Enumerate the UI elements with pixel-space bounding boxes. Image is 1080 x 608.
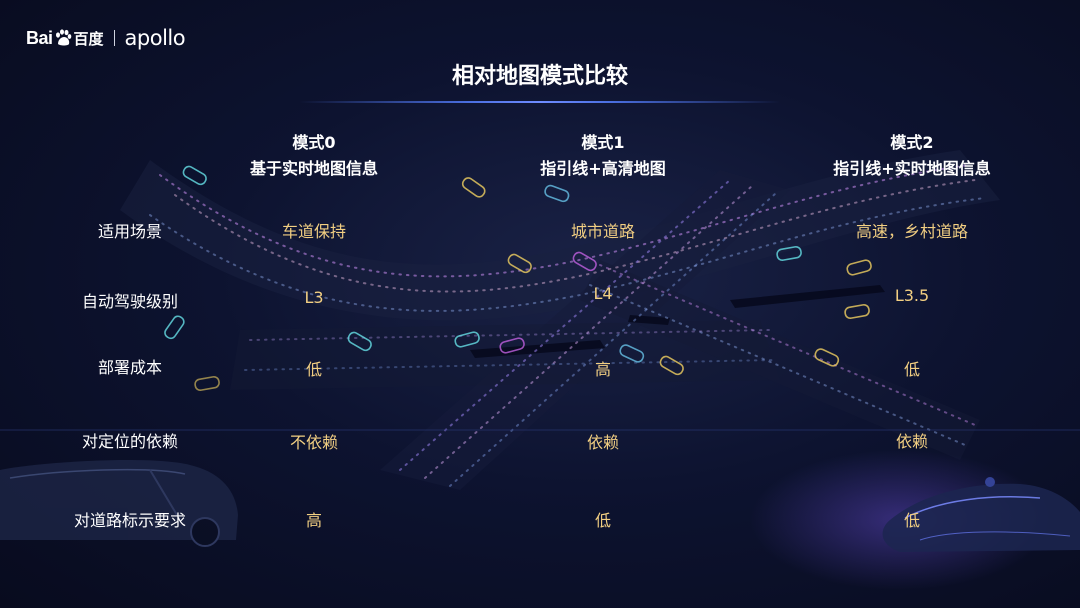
- table-cell: 高: [594, 360, 611, 379]
- column-mode-label: 模式2: [890, 133, 934, 152]
- table-cell: 低: [903, 360, 920, 379]
- row-label-road-marking-requirement: 对道路标示要求: [73, 511, 186, 530]
- baidu-wordmark: Bai: [26, 27, 53, 48]
- table-cell: 低: [903, 511, 920, 530]
- column-mode-label: 模式1: [581, 133, 625, 152]
- column-mode-desc: 指引线+实时地图信息: [833, 159, 991, 178]
- table-cell: 高速，乡村道路: [855, 222, 968, 241]
- column-header-mode2: 模式2 指引线+实时地图信息: [782, 130, 1042, 182]
- row-label-scenario: 适用场景: [97, 222, 162, 241]
- table-cell: 依赖: [586, 433, 619, 452]
- apollo-wordmark: apollo: [124, 26, 186, 50]
- page-title: 相对地图模式比较: [451, 64, 628, 89]
- column-mode-desc: 基于实时地图信息: [249, 159, 378, 178]
- column-mode-desc: 指引线+高清地图: [540, 159, 666, 178]
- logo-divider: [113, 30, 115, 46]
- column-header-mode1: 模式1 指引线+高清地图: [473, 130, 733, 182]
- table-cell: L3.5: [894, 286, 930, 305]
- table-cell: 低: [305, 360, 322, 379]
- baidu-paw-icon: [55, 29, 71, 46]
- table-cell: L3: [304, 288, 324, 307]
- row-label-deployment-cost: 部署成本: [97, 358, 162, 377]
- table-cell: 高: [305, 511, 322, 530]
- column-mode-label: 模式0: [292, 133, 336, 152]
- table-cell: 依赖: [895, 432, 928, 451]
- table-cell: 车道保持: [281, 222, 346, 241]
- table-cell: 城市道路: [570, 222, 635, 241]
- row-label-localization-dependency: 对定位的依赖: [81, 432, 178, 451]
- table-cell: 低: [594, 511, 611, 530]
- brand-logo: Bai 百度 apollo: [26, 26, 186, 50]
- row-label-autonomy-level: 自动驾驶级别: [81, 292, 178, 311]
- title-underline: [300, 101, 780, 103]
- baidu-chinese-wordmark: 百度: [73, 29, 104, 48]
- table-cell: L4: [593, 284, 613, 303]
- column-header-mode0: 模式0 基于实时地图信息: [184, 130, 444, 182]
- table-cell: 不依赖: [289, 433, 338, 452]
